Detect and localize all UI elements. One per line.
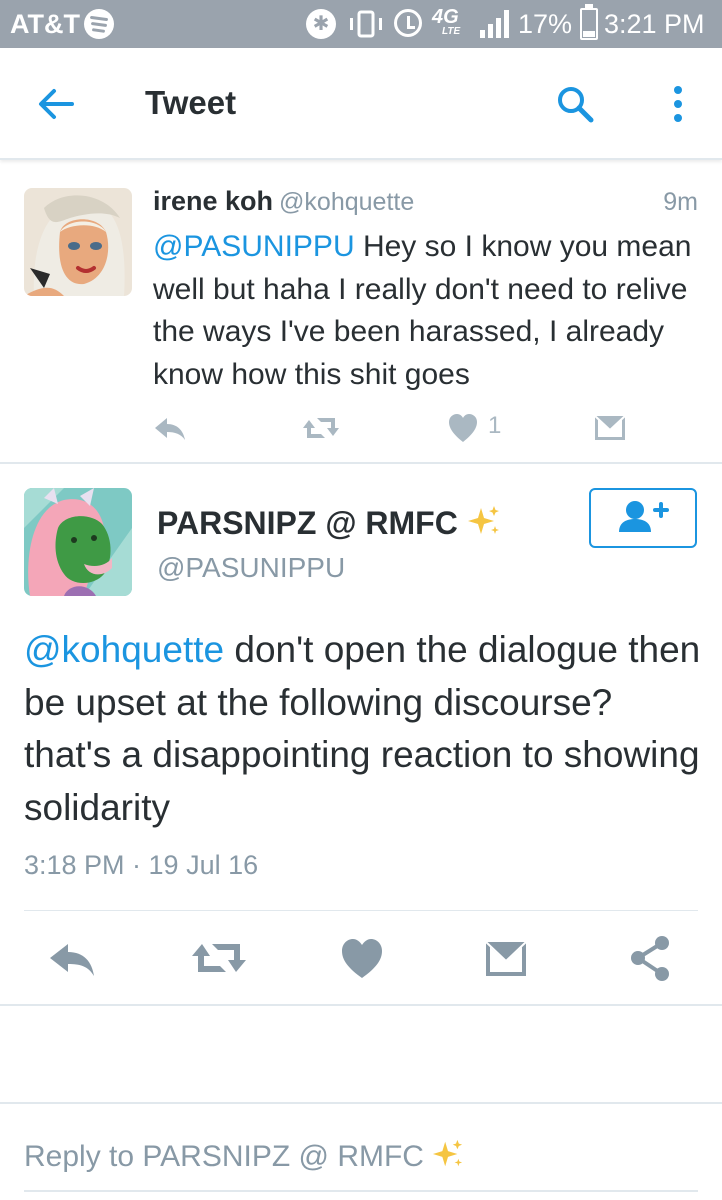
reply-icon[interactable] <box>153 408 187 448</box>
direct-message-icon[interactable] <box>484 934 528 982</box>
avatar[interactable] <box>24 488 132 596</box>
tweet-header: irene koh @kohquette <box>153 186 414 217</box>
mention-link[interactable]: @kohquette <box>24 629 224 670</box>
page-title: Tweet <box>145 84 237 121</box>
app-bar: Tweet <box>0 48 722 160</box>
follow-user-icon <box>619 501 669 532</box>
tweet-text: @PASUNIPPU Hey so I know you mean well b… <box>153 230 692 391</box>
tweet-actions <box>0 934 722 984</box>
bluetooth-icon: ✱ <box>306 9 336 39</box>
carrier-label: AT&T <box>10 9 80 39</box>
handle[interactable]: @PASUNIPPU <box>157 552 345 584</box>
direct-message-icon[interactable] <box>593 408 627 448</box>
heart-icon[interactable] <box>340 934 384 982</box>
status-bar: AT&T ✱ 4G LTE 17% 3:21 PM <box>0 0 722 48</box>
retweet-icon[interactable] <box>301 408 341 448</box>
network-indicator: 4G LTE <box>432 6 461 37</box>
vibrate-icon <box>350 10 382 38</box>
display-name[interactable]: PARSNIPZ @ RMFC <box>157 504 501 542</box>
reply-input[interactable]: Reply to PARSNIPZ @ RMFC <box>24 1138 464 1174</box>
signal-icon <box>478 10 512 38</box>
arrow-left-icon[interactable] <box>36 84 76 124</box>
tweet-text: @kohquette don't open the dialogue then … <box>24 629 701 828</box>
mention-link[interactable]: @PASUNIPPU <box>153 230 355 263</box>
tweet-actions: 1 <box>153 408 633 448</box>
sparkles-icon <box>467 506 499 534</box>
spotify-icon <box>84 9 114 39</box>
tweet-timestamp: 3:18 PM · 19 Jul 16 <box>24 850 259 880</box>
retweet-icon[interactable] <box>190 934 248 982</box>
search-icon[interactable] <box>555 84 595 124</box>
alarm-icon <box>394 9 422 37</box>
reply-icon[interactable] <box>48 934 96 982</box>
input-underline <box>24 1190 698 1192</box>
sparkles-icon <box>433 1139 463 1167</box>
reply-tweet[interactable]: irene koh @kohquette 9m @PASUNIPPU Hey so… <box>0 162 722 464</box>
tweet-age: 9m <box>663 188 698 216</box>
battery-icon <box>580 4 598 40</box>
more-vertical-icon[interactable] <box>664 84 692 124</box>
handle[interactable]: @kohquette <box>279 188 414 216</box>
battery-percent: 17% <box>518 9 573 39</box>
avatar[interactable] <box>24 188 132 296</box>
clock: 3:21 PM <box>604 9 705 39</box>
main-tweet: PARSNIPZ @ RMFC @PASUNIPPU @kohquette do… <box>0 464 722 1006</box>
heart-icon[interactable] <box>447 408 479 448</box>
reply-composer[interactable]: Reply to PARSNIPZ @ RMFC <box>0 1102 722 1200</box>
display-name[interactable]: irene koh <box>153 186 273 216</box>
like-count: 1 <box>488 412 502 439</box>
share-icon[interactable] <box>628 934 672 982</box>
follow-button[interactable] <box>589 488 697 548</box>
divider <box>24 910 698 911</box>
